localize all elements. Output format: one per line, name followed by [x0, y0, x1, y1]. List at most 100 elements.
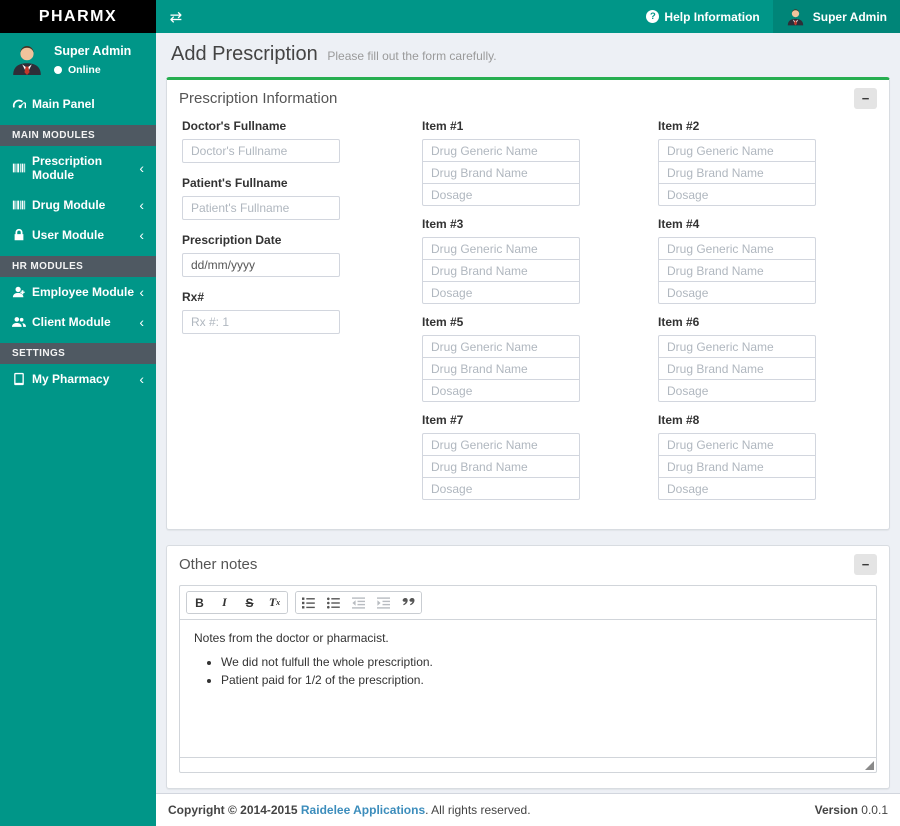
remove-format-sub-glyph: x	[276, 598, 280, 607]
dosage-input[interactable]	[658, 477, 816, 500]
notes-bullet-item: Patient paid for 1/2 of the prescription…	[221, 673, 862, 687]
item-label: Item #4	[658, 217, 816, 231]
dosage-input[interactable]	[422, 281, 580, 304]
dashboard-icon	[12, 97, 32, 111]
resize-handle[interactable]	[865, 761, 874, 770]
dosage-input[interactable]	[658, 379, 816, 402]
form-column-items-odd: Item #1 Item #3 Item #	[422, 119, 580, 511]
item-group-3: Item #3	[422, 217, 580, 304]
unordered-list-button[interactable]	[321, 592, 346, 613]
collapse-button[interactable]: −	[854, 554, 877, 575]
sidebar-section-main-modules: MAIN MODULES	[0, 125, 156, 146]
version-text: Version 0.0.1	[815, 803, 888, 817]
item-group-2: Item #2	[658, 119, 816, 206]
company-link[interactable]: Raidelee Applications	[301, 803, 425, 817]
notes-paragraph: Notes from the doctor or pharmacist.	[194, 631, 862, 645]
item-label: Item #7	[422, 413, 580, 427]
rx-number-input[interactable]	[182, 310, 340, 334]
navbar-user-menu[interactable]: Super Admin	[773, 0, 900, 33]
sidebar-item-label: User Module	[32, 228, 104, 242]
clients-icon	[12, 315, 32, 329]
item-label: Item #5	[422, 315, 580, 329]
panel-title: Other notes	[179, 556, 257, 573]
barcode-icon	[12, 198, 32, 212]
drug-brand-name-input[interactable]	[422, 455, 580, 478]
drug-generic-name-input[interactable]	[422, 237, 580, 260]
patient-fullname-input[interactable]	[182, 196, 340, 220]
drug-brand-name-input[interactable]	[658, 455, 816, 478]
employee-icon	[12, 285, 32, 299]
sidebar-item-my-pharmacy[interactable]: My Pharmacy ‹	[0, 364, 156, 394]
chevron-left-icon: ‹	[139, 163, 144, 173]
drug-brand-name-input[interactable]	[658, 357, 816, 380]
increase-indent-icon	[377, 597, 390, 609]
drug-generic-name-input[interactable]	[422, 139, 580, 162]
drug-brand-name-input[interactable]	[422, 161, 580, 184]
dosage-input[interactable]	[658, 281, 816, 304]
content-area: Add Prescription Please fill out the for…	[156, 33, 900, 793]
drug-generic-name-input[interactable]	[658, 139, 816, 162]
prescription-date-input[interactable]	[182, 253, 340, 277]
other-notes-panel: Other notes − B I S Tx	[166, 545, 890, 789]
top-navbar: ⇄ ? Help Information Super Admin	[156, 0, 900, 33]
panel-title: Prescription Information	[179, 90, 337, 107]
editor-toolbar: B I S Tx	[180, 586, 876, 620]
ordered-list-button[interactable]	[296, 592, 321, 613]
blockquote-button[interactable]	[396, 592, 421, 613]
sidebar-item-prescription-module[interactable]: Prescription Module ‹	[0, 146, 156, 190]
drug-generic-name-input[interactable]	[658, 335, 816, 358]
question-circle-icon: ?	[646, 10, 659, 23]
doctor-fullname-label: Doctor's Fullname	[182, 119, 340, 133]
remove-format-button[interactable]: Tx	[262, 592, 287, 613]
online-status-label[interactable]: Online	[68, 64, 101, 76]
item-label: Item #3	[422, 217, 580, 231]
copyright-prefix: Copyright © 2014-2015	[168, 803, 301, 817]
version-value: 0.0.1	[858, 803, 888, 817]
app-logo[interactable]: PHARMX	[0, 0, 156, 33]
item-group-5: Item #5	[422, 315, 580, 402]
help-label: Help Information	[664, 10, 759, 24]
collapse-button[interactable]: −	[854, 88, 877, 109]
notes-editor-content[interactable]: Notes from the doctor or pharmacist. We …	[180, 620, 876, 757]
ordered-list-icon	[302, 597, 315, 609]
strikethrough-button[interactable]: S	[237, 592, 262, 613]
drug-generic-name-input[interactable]	[658, 237, 816, 260]
sidebar-item-label: Employee Module	[32, 285, 134, 299]
dosage-input[interactable]	[422, 379, 580, 402]
increase-indent-button[interactable]	[371, 592, 396, 613]
sidebar-item-label: Main Panel	[32, 97, 95, 111]
dosage-input[interactable]	[422, 477, 580, 500]
drug-generic-name-input[interactable]	[422, 335, 580, 358]
navbar-user-name: Super Admin	[813, 10, 887, 24]
form-column-main: Doctor's Fullname Patient's Fullname Pre…	[182, 119, 340, 511]
bold-button[interactable]: B	[187, 592, 212, 613]
dosage-input[interactable]	[422, 183, 580, 206]
doctor-fullname-field: Doctor's Fullname	[182, 119, 340, 163]
drug-brand-name-input[interactable]	[658, 161, 816, 184]
sidebar-item-main-panel[interactable]: Main Panel	[0, 89, 156, 119]
drug-generic-name-input[interactable]	[658, 433, 816, 456]
drug-generic-name-input[interactable]	[422, 433, 580, 456]
sidebar-item-employee-module[interactable]: Employee Module ‹	[0, 277, 156, 307]
sidebar-toggle-icon[interactable]: ⇄	[156, 0, 196, 33]
sidebar-item-drug-module[interactable]: Drug Module ‹	[0, 190, 156, 220]
prescription-form: Doctor's Fullname Patient's Fullname Pre…	[167, 117, 889, 529]
sidebar-item-client-module[interactable]: Client Module ‹	[0, 307, 156, 337]
decrease-indent-button[interactable]	[346, 592, 371, 613]
patient-fullname-label: Patient's Fullname	[182, 176, 340, 190]
italic-button[interactable]: I	[212, 592, 237, 613]
doctor-fullname-input[interactable]	[182, 139, 340, 163]
drug-brand-name-input[interactable]	[422, 357, 580, 380]
notes-rich-text-editor: B I S Tx	[179, 585, 877, 773]
drug-brand-name-input[interactable]	[658, 259, 816, 282]
sidebar-section-settings: SETTINGS	[0, 343, 156, 364]
item-label: Item #2	[658, 119, 816, 133]
help-information-link[interactable]: ? Help Information	[633, 0, 772, 33]
drug-brand-name-input[interactable]	[422, 259, 580, 282]
item-label: Item #6	[658, 315, 816, 329]
prescription-date-label: Prescription Date	[182, 233, 340, 247]
user-avatar	[10, 42, 44, 76]
dosage-input[interactable]	[658, 183, 816, 206]
sidebar-item-label: Drug Module	[32, 198, 105, 212]
sidebar-item-user-module[interactable]: User Module ‹	[0, 220, 156, 250]
